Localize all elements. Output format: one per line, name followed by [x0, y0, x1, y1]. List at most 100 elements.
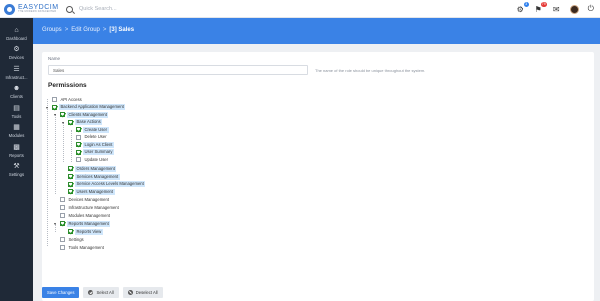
sidebar-item-label: Settings [8, 172, 25, 178]
sidebar-item-settings[interactable]: ⚒ Settings [0, 161, 33, 181]
check-circle-icon [88, 290, 94, 295]
expand-toggle-icon[interactable]: ▾ [45, 104, 49, 111]
checkbox[interactable] [60, 237, 65, 242]
expand-toggle-icon[interactable]: ▾ [61, 119, 65, 126]
checkbox[interactable] [76, 149, 81, 155]
tree-node-login-as-client[interactable]: Login As Client [76, 141, 114, 148]
name-label: Name [48, 56, 61, 61]
tree-node-label: Clients Management [67, 111, 109, 118]
grid-icon: ▦ [13, 124, 20, 132]
tree-node-clients-management[interactable]: ▾ Clients Management [54, 111, 109, 118]
tree-node-backend-application-management[interactable]: ▾ Backend Application Management [46, 104, 126, 111]
messages-icon[interactable]: ✉ [552, 5, 561, 14]
avatar[interactable] [569, 4, 579, 14]
search-icon[interactable] [66, 5, 73, 13]
tree-node-infrastructure-management[interactable]: Infrastructure Management [60, 204, 120, 211]
tree-node-delete-user[interactable]: Delete User [76, 134, 108, 141]
top-bar: EASYDCIM THE MODERN DATACENTER ⚙3 ⚑79 ✉ … [0, 0, 600, 18]
checkbox[interactable] [60, 245, 65, 250]
logo-tagline: THE MODERN DATACENTER [18, 10, 57, 14]
logo[interactable]: EASYDCIM THE MODERN DATACENTER [4, 3, 59, 15]
checkbox[interactable] [68, 166, 73, 171]
tree-node-services-management[interactable]: Services Management [68, 173, 120, 180]
home-icon: ⌂ [14, 26, 19, 34]
checkbox[interactable] [60, 205, 65, 210]
checkbox[interactable] [68, 119, 73, 125]
tree-node-user-summary[interactable]: User Summary [76, 149, 114, 156]
name-input[interactable] [48, 65, 308, 75]
deselect-all-label: Deselect All [135, 290, 158, 295]
checkbox[interactable] [52, 97, 57, 102]
tree-node-label: Backend Application Management [59, 104, 126, 110]
tree-node-label: Modules Management [68, 212, 110, 218]
tree-node-label: Settings [68, 236, 84, 242]
tree-node-label: Reports Management [67, 220, 111, 227]
tree-node-label: Login As Client [83, 141, 114, 148]
checkbox[interactable] [76, 142, 81, 147]
select-all-label: Select All [96, 290, 114, 295]
tree-node-reports-management[interactable]: ▾ Reports Management [54, 220, 111, 227]
tree-node-orders-management[interactable]: Orders Management [68, 165, 117, 172]
save-changes-button[interactable]: Save Changes [42, 287, 80, 298]
power-icon[interactable]: ⏻ [588, 4, 594, 14]
tree-node-label: Orders Management [75, 165, 117, 172]
sidebar-item-label: Tools [11, 113, 22, 119]
sidebar-item-tools[interactable]: ▤ Tools [0, 102, 33, 122]
alerts-icon[interactable]: ⚑ 79 [534, 1, 547, 14]
checkbox[interactable] [60, 213, 65, 218]
checkbox[interactable] [68, 174, 73, 179]
tree-connector [47, 99, 48, 246]
sidebar-item-label: Infrastruct... [5, 74, 28, 80]
notifications-icon[interactable]: ⚙ 3 [516, 1, 529, 14]
breadcrumb-groups[interactable]: Groups [42, 27, 62, 33]
expand-toggle-icon[interactable]: ▾ [53, 220, 57, 227]
checkbox[interactable] [68, 189, 73, 194]
checkbox[interactable] [76, 134, 81, 140]
checkbox[interactable] [60, 197, 65, 202]
checkbox[interactable] [76, 127, 81, 132]
deselect-all-button[interactable]: Deselect All [122, 287, 163, 298]
name-help-text: The name of the role should be unique th… [315, 68, 426, 73]
tree-node-create-user[interactable]: Create User [76, 126, 109, 133]
expand-toggle-icon[interactable]: ▾ [53, 111, 57, 118]
checkbox[interactable] [60, 221, 65, 226]
tree-node-devices-management[interactable]: Devices Management [60, 196, 111, 203]
sidebar-item-clients[interactable]: ☻ Clients [0, 83, 33, 103]
sidebar-item-dashboard[interactable]: ⌂ Dashboard [0, 24, 33, 44]
sidebar-item-infrastructure[interactable]: ☰ Infrastruct... [0, 63, 33, 83]
users-icon: ☻ [12, 85, 21, 93]
tree-node-modules-management[interactable]: Modules Management [60, 212, 111, 219]
sidebar-item-label: Devices [9, 55, 24, 61]
tree-node-label: Tools Management [68, 244, 104, 250]
tree-connector [71, 130, 72, 162]
tree-node-api-access[interactable]: API Access [52, 96, 83, 103]
checkbox[interactable] [52, 104, 57, 110]
checkbox[interactable] [76, 157, 81, 162]
tree-node-base-actions[interactable]: ▾ Base Actions [62, 119, 103, 126]
tree-node-tools-management[interactable]: Tools Management [60, 244, 105, 251]
tree-node-label: Reports View [75, 228, 103, 235]
top-right-actions: ⚙ 3 ⚑ 79 ✉ ⏻ [516, 1, 594, 15]
sidebar-item-reports[interactable]: ▩ Reports [0, 141, 33, 161]
chart-icon: ▩ [13, 143, 20, 151]
tree-node-label: Update User [84, 156, 109, 162]
tree-node-label: Devices Management [68, 196, 110, 202]
breadcrumb-separator: > [64, 27, 69, 33]
checkbox[interactable] [68, 229, 73, 234]
breadcrumb-edit-group[interactable]: Edit Group [71, 27, 100, 33]
sidebar-item-modules[interactable]: ▦ Modules [0, 122, 33, 142]
tree-node-service-access-levels-management[interactable]: Service Access Levels Management [68, 181, 146, 188]
select-all-button[interactable]: Select All [83, 287, 119, 298]
tree-node-label: Create User [83, 126, 109, 133]
tree-node-settings[interactable]: Settings [60, 236, 85, 243]
checkbox[interactable] [68, 181, 73, 187]
checkbox[interactable] [60, 112, 65, 117]
logo-mark-icon [4, 3, 15, 15]
search-input[interactable] [79, 4, 189, 14]
gear-icon: ⚙ [13, 46, 20, 54]
tree-node-label: Users Management [75, 188, 115, 195]
tree-node-reports-view[interactable]: Reports View [68, 228, 103, 235]
tree-node-users-management[interactable]: Users Management [68, 188, 115, 195]
tree-node-update-user[interactable]: Update User [76, 156, 110, 163]
sidebar-item-devices[interactable]: ⚙ Devices [0, 44, 33, 64]
